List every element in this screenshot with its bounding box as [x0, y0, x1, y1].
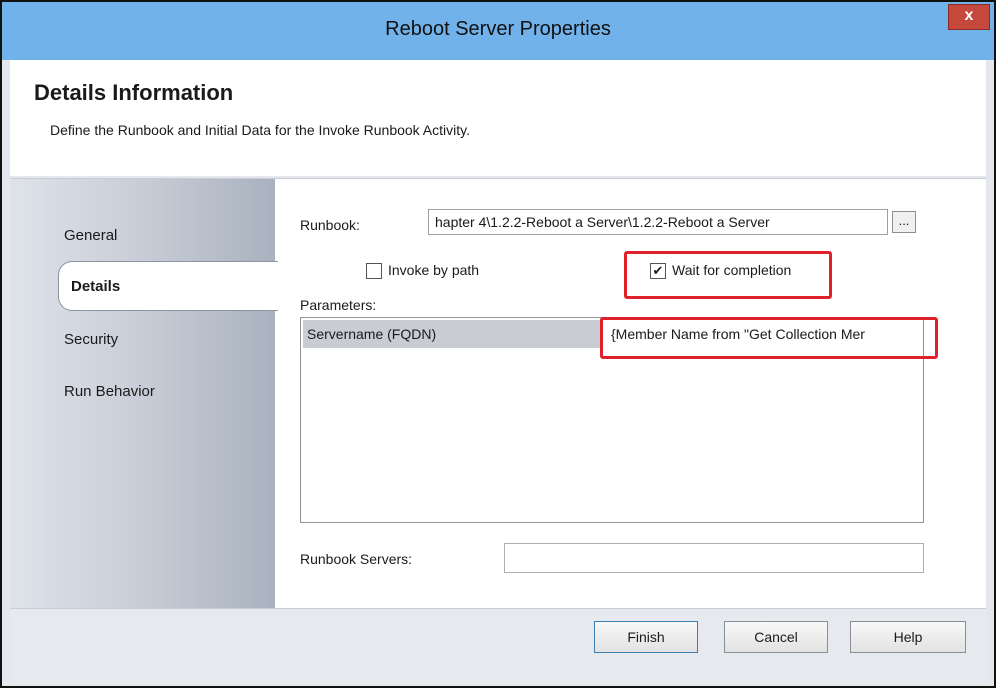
sidebar-item-run-behavior[interactable]: Run Behavior [64, 383, 155, 400]
finish-button[interactable]: Finish [594, 621, 698, 653]
parameter-name-cell[interactable]: Servername (FQDN) [303, 320, 601, 348]
window-title: Reboot Server Properties [385, 18, 611, 40]
content-area: General Details Security Run Behavior Ru… [10, 178, 986, 609]
checkmark-icon: ✔ [652, 263, 664, 278]
sidebar-nav: General Details Security Run Behavior [10, 179, 278, 609]
runbook-label: Runbook: [300, 217, 360, 233]
wait-for-completion-checkbox[interactable]: ✔ [650, 263, 666, 279]
page-subtitle: Define the Runbook and Initial Data for … [50, 122, 470, 138]
highlight-parameter-value [600, 317, 938, 359]
cancel-button[interactable]: Cancel [724, 621, 828, 653]
sidebar-item-label: Details [71, 278, 121, 295]
wait-for-completion-label: Wait for completion [672, 262, 792, 278]
dialog-footer: Finish Cancel Help [10, 608, 986, 685]
invoke-by-path-checkbox[interactable] [366, 263, 382, 279]
details-header: Details Information Define the Runbook a… [10, 60, 986, 176]
browse-runbook-button[interactable]: ... [892, 211, 916, 233]
title-bar[interactable]: Reboot Server Properties x [2, 2, 994, 60]
runbook-servers-field[interactable] [504, 543, 924, 573]
sidebar-item-security[interactable]: Security [64, 331, 118, 348]
parameters-label: Parameters: [300, 297, 377, 313]
dialog-window: Reboot Server Properties x Details Infor… [0, 0, 996, 688]
close-button[interactable]: x [948, 4, 990, 30]
page-title: Details Information [34, 80, 234, 105]
help-button[interactable]: Help [850, 621, 966, 653]
runbook-path-field[interactable]: hapter 4\1.2.2-Reboot a Server\1.2.2-Reb… [428, 209, 888, 235]
close-icon: x [964, 7, 974, 24]
sidebar-item-details[interactable]: Details [58, 261, 278, 311]
sidebar-item-general[interactable]: General [64, 227, 117, 244]
invoke-by-path-label: Invoke by path [388, 262, 480, 278]
runbook-servers-label: Runbook Servers: [300, 551, 413, 567]
